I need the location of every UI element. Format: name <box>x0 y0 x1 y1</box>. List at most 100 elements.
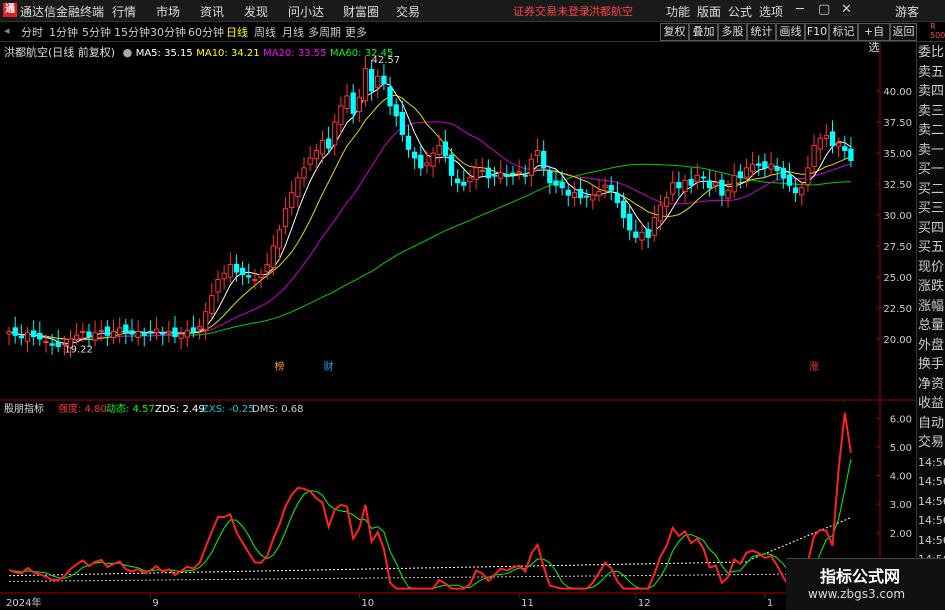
watermark-title: 指标公式网 <box>820 567 901 586</box>
candle-body <box>172 327 178 338</box>
sidebar-item[interactable]: 卖五 <box>918 64 945 82</box>
candle-body <box>627 213 633 231</box>
candle-body <box>455 178 461 184</box>
sidebar-item[interactable]: 涨幅 <box>918 298 945 316</box>
f10-button[interactable]: F10 <box>805 23 829 41</box>
candle-body <box>160 332 166 335</box>
candle-body <box>80 331 86 334</box>
menu-zixun[interactable]: 资讯 <box>200 3 224 20</box>
sidebar-item[interactable]: 买五 <box>918 239 945 257</box>
period-15min[interactable]: 15分钟 <box>114 24 150 40</box>
chart-canvas[interactable]: 40.00 37.50 35.00 32.50 30.00 27.50 25.00 22.50… <box>0 42 916 609</box>
biaoji-button[interactable]: 标记 <box>829 23 858 41</box>
sidebar-item[interactable]: 卖三 <box>918 103 945 121</box>
restore-icon[interactable]: ▢ <box>818 2 830 17</box>
sidebar-item[interactable]: 外盘 <box>918 337 945 355</box>
sidebar-item[interactable]: 总量 <box>918 317 945 335</box>
candle-body <box>135 331 141 338</box>
candle-body <box>49 343 55 346</box>
menu-faxian[interactable]: 发现 <box>244 3 268 20</box>
diejia-button[interactable]: 叠加 <box>689 23 718 41</box>
toolbar-left-arrow-icon[interactable]: ◂ <box>4 24 10 37</box>
sidebar-item[interactable]: 14:56 <box>918 532 945 550</box>
period-monthly[interactable]: 月线 <box>282 24 304 40</box>
sidebar-item[interactable]: 现价 <box>918 259 945 277</box>
sidebar-item[interactable]: 卖二 <box>918 122 945 140</box>
sidebar-item[interactable]: 交易 <box>918 434 945 452</box>
period-30min[interactable]: 30分钟 <box>150 24 186 40</box>
period-multi[interactable]: 多周期 <box>308 24 341 40</box>
sidebar-item[interactable]: 14:56 <box>918 493 945 511</box>
period-more[interactable]: 更多 <box>345 24 367 40</box>
period-60min[interactable]: 60分钟 <box>188 24 224 40</box>
minimize-icon[interactable]: ─ <box>796 2 804 17</box>
period-fenshi[interactable]: 分时 <box>21 24 43 40</box>
candle-body <box>246 275 252 278</box>
sidebar-item[interactable]: 涨跌 <box>918 278 945 296</box>
price-tick-label: 27.50 <box>883 242 912 253</box>
candle-body <box>528 158 535 176</box>
candle-body <box>835 142 842 147</box>
huaxian-button[interactable]: 画线 <box>776 23 805 41</box>
period-1min[interactable]: 1分钟 <box>49 24 78 40</box>
sidebar-item[interactable]: 自动 <box>918 415 945 433</box>
sidebar-item[interactable]: 卖一 <box>918 142 945 160</box>
sidebar-item[interactable]: 买一 <box>918 161 945 179</box>
sidebar-item[interactable]: 14:56 <box>918 454 945 472</box>
candle-body <box>233 263 240 273</box>
candle-body <box>313 150 319 160</box>
fuquan-button[interactable]: 复权 <box>660 23 689 41</box>
candle-body <box>817 137 823 150</box>
candle-body <box>282 208 289 228</box>
sidebar-item[interactable]: 买四 <box>918 220 945 238</box>
sidebar-item[interactable]: 净资 <box>918 376 945 394</box>
candle-body <box>436 145 442 155</box>
sidebar-item[interactable]: 委比 <box>918 44 945 62</box>
menu-banmian[interactable]: 版面 <box>697 3 721 20</box>
indicator-tick-label: 2.00 <box>890 529 912 540</box>
candle-body <box>405 135 412 150</box>
candle-body <box>166 331 172 334</box>
menu-hangqing[interactable]: 行情 <box>112 3 136 20</box>
candle-body <box>848 148 854 161</box>
candle-body <box>221 272 227 280</box>
tongji-button[interactable]: 统计 <box>747 23 776 41</box>
menu-xuanxiang[interactable]: 选项 <box>759 3 783 20</box>
duogu-button[interactable]: 多股 <box>718 23 747 41</box>
candle-body <box>633 231 639 238</box>
indicator-title: 股朋指标 <box>4 402 44 415</box>
period-weekly[interactable]: 周线 <box>254 24 276 40</box>
user-label[interactable]: 游客 <box>895 3 919 20</box>
watermark-url: www.zbgs3.com <box>808 587 906 601</box>
sidebar-item[interactable]: 14:56 <box>918 512 945 530</box>
sidebar-item[interactable]: 买二 <box>918 181 945 199</box>
candle-body <box>418 154 424 169</box>
candle-body <box>215 278 221 293</box>
candle-body <box>393 104 399 117</box>
price-tick-label: 25.00 <box>883 273 912 284</box>
candle-body <box>178 333 184 339</box>
candle-body <box>799 187 805 196</box>
close-icon[interactable]: ✕ <box>841 2 852 17</box>
time-tick-label: 9 <box>152 598 158 609</box>
candle-body <box>448 154 455 176</box>
login-warning[interactable]: 证券交易未登录 <box>513 3 590 19</box>
menu-jiaoyi[interactable]: 交易 <box>396 3 420 20</box>
menu-shichang[interactable]: 市场 <box>156 3 180 20</box>
menu-gongshi[interactable]: 公式 <box>728 3 752 20</box>
sidebar-item[interactable]: 换手 <box>918 356 945 374</box>
price-tick-label: 20.00 <box>883 335 912 346</box>
menu-caifuquan[interactable]: 财富圈 <box>343 3 379 20</box>
add-watchlist-button[interactable]: +自选 <box>858 23 890 54</box>
sidebar-item[interactable]: 卖四 <box>918 83 945 101</box>
period-daily[interactable]: 日线 <box>226 24 248 40</box>
back-button[interactable]: 返回 <box>890 23 917 41</box>
menu-gongneng[interactable]: 功能 <box>666 3 690 20</box>
sidebar-item[interactable]: 收益 <box>918 395 945 413</box>
candle-body <box>258 274 264 278</box>
period-5min[interactable]: 5分钟 <box>82 24 111 40</box>
event-marker: 榜 <box>274 360 284 373</box>
sidebar-item[interactable]: 14:56 <box>918 473 945 491</box>
menu-wenxiaoda[interactable]: 问小达 <box>288 3 324 20</box>
sidebar-item[interactable]: 买三 <box>918 200 945 218</box>
